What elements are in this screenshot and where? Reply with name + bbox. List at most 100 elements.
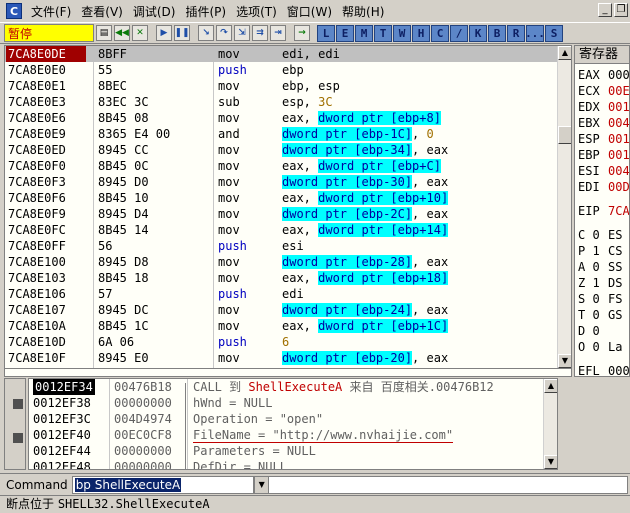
trace-into-icon[interactable]: ⇲ <box>234 25 250 41</box>
register-row[interactable]: EDX 001 <box>575 99 629 115</box>
menu-options[interactable]: 选项(T) <box>231 3 282 20</box>
breakpoints-window-button[interactable]: B <box>488 24 506 42</box>
disassembly-pane[interactable]: 7CA8E0DE 8BFF mov edi, edi 7CA8E0E0 55 push ebp… <box>4 45 572 369</box>
disasm-row[interactable]: 7CA8E106 57 push edi <box>5 286 571 302</box>
register-row[interactable]: EDI 00D <box>575 179 629 195</box>
register-row[interactable]: EFL 000 <box>575 363 629 376</box>
disasm-row[interactable]: 7CA8E0E6 8B45 08 mov eax, dword ptr [ebp+8] <box>5 110 571 126</box>
cpu-window-button[interactable]: C <box>431 24 449 42</box>
register-row[interactable]: C 0 ES <box>575 227 629 243</box>
disasm-row[interactable]: 7CA8E0E9 8365 E4 00 and dword ptr [ebp-1C],… <box>5 126 571 142</box>
disasm-operands: ebp <box>282 62 304 78</box>
register-row[interactable]: EIP 7CA <box>575 203 629 219</box>
register-row[interactable]: P 1 CS <box>575 243 629 259</box>
stack-row[interactable]: 0012EF34 00476B18 CALL 到 ShellExecuteA 来自 … <box>29 379 557 395</box>
restart-icon[interactable]: ◀◀ <box>114 25 130 41</box>
register-row[interactable]: EBP 001 <box>575 147 629 163</box>
register-row[interactable]: EAX 000 <box>575 67 629 83</box>
menu-debug[interactable]: 调试(D) <box>128 3 181 20</box>
disasm-address: 7CA8E0FC <box>8 223 66 237</box>
disasm-address: 7CA8E0FF <box>8 239 66 253</box>
source-window-button[interactable]: S <box>545 24 563 42</box>
menu-window[interactable]: 窗口(W) <box>282 3 337 20</box>
stack-row[interactable]: 0012EF3C 004D4974 Operation = "open" <box>29 411 557 427</box>
operand-part: dword ptr [ebp+1C] <box>318 319 449 333</box>
scroll-up-icon[interactable]: ▲ <box>544 379 557 393</box>
register-row[interactable]: A 0 SS <box>575 259 629 275</box>
disasm-row[interactable]: 7CA8E0E0 55 push ebp <box>5 62 571 78</box>
execute-till-return-icon[interactable]: ⇥ <box>270 25 286 41</box>
stack-pane[interactable]: 0012EF34 00476B18 CALL 到 ShellExecuteA 来自 … <box>28 378 558 470</box>
scroll-thumb[interactable] <box>558 126 571 144</box>
disasm-row[interactable]: 7CA8E0F9 8945 D4 mov dword ptr [ebp-2C], ea… <box>5 206 571 222</box>
run-trace-window-button[interactable]: ... <box>525 24 545 42</box>
disasm-row[interactable]: 7CA8E0ED 8945 CC mov dword ptr [ebp-34], ea… <box>5 142 571 158</box>
modules-window-button[interactable]: E <box>336 24 354 42</box>
scroll-down-icon[interactable]: ▼ <box>558 354 571 368</box>
disassembly-scrollbar[interactable]: ▲ ▼ <box>557 46 571 368</box>
disasm-row[interactable]: 7CA8E0DE 8BFF mov edi, edi <box>5 46 571 62</box>
stack-scrollbar[interactable]: ▲ ▼ <box>543 379 557 469</box>
disasm-row[interactable]: 7CA8E10A 8B45 1C mov eax, dword ptr [ebp+1C… <box>5 318 571 334</box>
stack-row[interactable]: 0012EF40 00EC0CF8 FileName = "http://www.n… <box>29 427 557 443</box>
scroll-down-icon[interactable]: ▼ <box>544 455 557 469</box>
disasm-row[interactable]: 7CA8E100 8945 D8 mov dword ptr [ebp-28], ea… <box>5 254 571 270</box>
patches-window-button[interactable]: / <box>450 24 468 42</box>
restore-icon[interactable]: ❐ <box>614 3 628 17</box>
stack-address: 0012EF48 <box>33 460 91 470</box>
stack-row[interactable]: 0012EF44 00000000 Parameters = NULL <box>29 443 557 459</box>
disasm-address: 7CA8E103 <box>8 271 66 285</box>
threads-window-button[interactable]: T <box>374 24 392 42</box>
handles-window-button[interactable]: H <box>412 24 430 42</box>
disasm-row[interactable]: 7CA8E0FC 8B45 14 mov eax, dword ptr [ebp+14… <box>5 222 571 238</box>
memory-window-button[interactable]: M <box>355 24 373 42</box>
registers-pane[interactable]: 寄存器 EAX 000 ECX 00E EDX 001 EBX 004 ESP 001 EBP 001… <box>574 45 630 377</box>
disasm-row[interactable]: 7CA8E0E1 8BEC mov ebp, esp <box>5 78 571 94</box>
menu-view[interactable]: 查看(V) <box>76 3 128 20</box>
disasm-row[interactable]: 7CA8E0E3 83EC 3C sub esp, 3C <box>5 94 571 110</box>
step-into-icon[interactable]: ↘ <box>198 25 214 41</box>
disasm-row[interactable]: 7CA8E103 8B45 18 mov eax, dword ptr [ebp+18… <box>5 270 571 286</box>
disasm-address: 7CA8E0F9 <box>8 207 66 221</box>
command-input[interactable]: bp ShellExecuteA <box>71 475 254 494</box>
register-row[interactable]: ECX 00E <box>575 83 629 99</box>
menu-file[interactable]: 文件(F) <box>26 3 76 20</box>
menu-help[interactable]: 帮助(H) <box>337 3 389 20</box>
scroll-up-icon[interactable]: ▲ <box>558 46 571 60</box>
pause-icon[interactable]: ❚❚ <box>174 25 190 41</box>
close-process-icon[interactable]: ✕ <box>132 25 148 41</box>
run-icon[interactable]: ▶ <box>156 25 172 41</box>
register-row[interactable]: ESI 004 <box>575 163 629 179</box>
call-stack-window-button[interactable]: K <box>469 24 487 42</box>
disasm-row[interactable]: 7CA8E0F3 8945 D0 mov dword ptr [ebp-30], ea… <box>5 174 571 190</box>
register-row[interactable]: T 0 GS <box>575 307 629 323</box>
register-name: A 0 <box>578 260 600 274</box>
register-row[interactable]: EBX 004 <box>575 115 629 131</box>
open-file-icon[interactable]: ▤ <box>96 25 112 41</box>
disasm-row[interactable]: 7CA8E10F 8945 E0 mov dword ptr [ebp-20], ea… <box>5 350 571 366</box>
register-row[interactable]: O 0 La <box>575 339 629 355</box>
register-name: EDI <box>578 180 600 194</box>
stack-row[interactable]: 0012EF38 00000000 hWnd = NULL <box>29 395 557 411</box>
register-row[interactable]: ESP 001 <box>575 131 629 147</box>
step-over-icon[interactable]: ↷ <box>216 25 232 41</box>
disasm-row[interactable]: 7CA8E107 8945 DC mov dword ptr [ebp-24], ea… <box>5 302 571 318</box>
menu-plugins[interactable]: 插件(P) <box>180 3 231 20</box>
references-window-button[interactable]: R <box>507 24 525 42</box>
disasm-row[interactable]: 7CA8E0FF 56 push esi <box>5 238 571 254</box>
status-text: 断点位于 <box>6 497 58 511</box>
trace-over-icon[interactable]: ⇉ <box>252 25 268 41</box>
disasm-row[interactable]: 7CA8E0F6 8B45 10 mov eax, dword ptr [ebp+10… <box>5 190 571 206</box>
stack-row[interactable]: 0012EF48 00000000 DefDir = NULL <box>29 459 557 470</box>
disasm-row[interactable]: 7CA8E10D 6A 06 push 6 <box>5 334 571 350</box>
register-row[interactable]: D 0 <box>575 323 629 339</box>
disasm-row[interactable]: 7CA8E0F0 8B45 0C mov eax, dword ptr [ebp+C] <box>5 158 571 174</box>
register-row[interactable]: S 0 FS <box>575 291 629 307</box>
operand-part: eax, <box>282 319 319 333</box>
operand-part: edi <box>282 287 304 301</box>
windows-window-button[interactable]: W <box>393 24 411 42</box>
go-to-icon[interactable]: → <box>294 25 310 41</box>
register-row[interactable]: Z 1 DS <box>575 275 629 291</box>
minimize-icon[interactable]: _ <box>598 3 612 17</box>
log-window-button[interactable]: L <box>317 24 335 42</box>
